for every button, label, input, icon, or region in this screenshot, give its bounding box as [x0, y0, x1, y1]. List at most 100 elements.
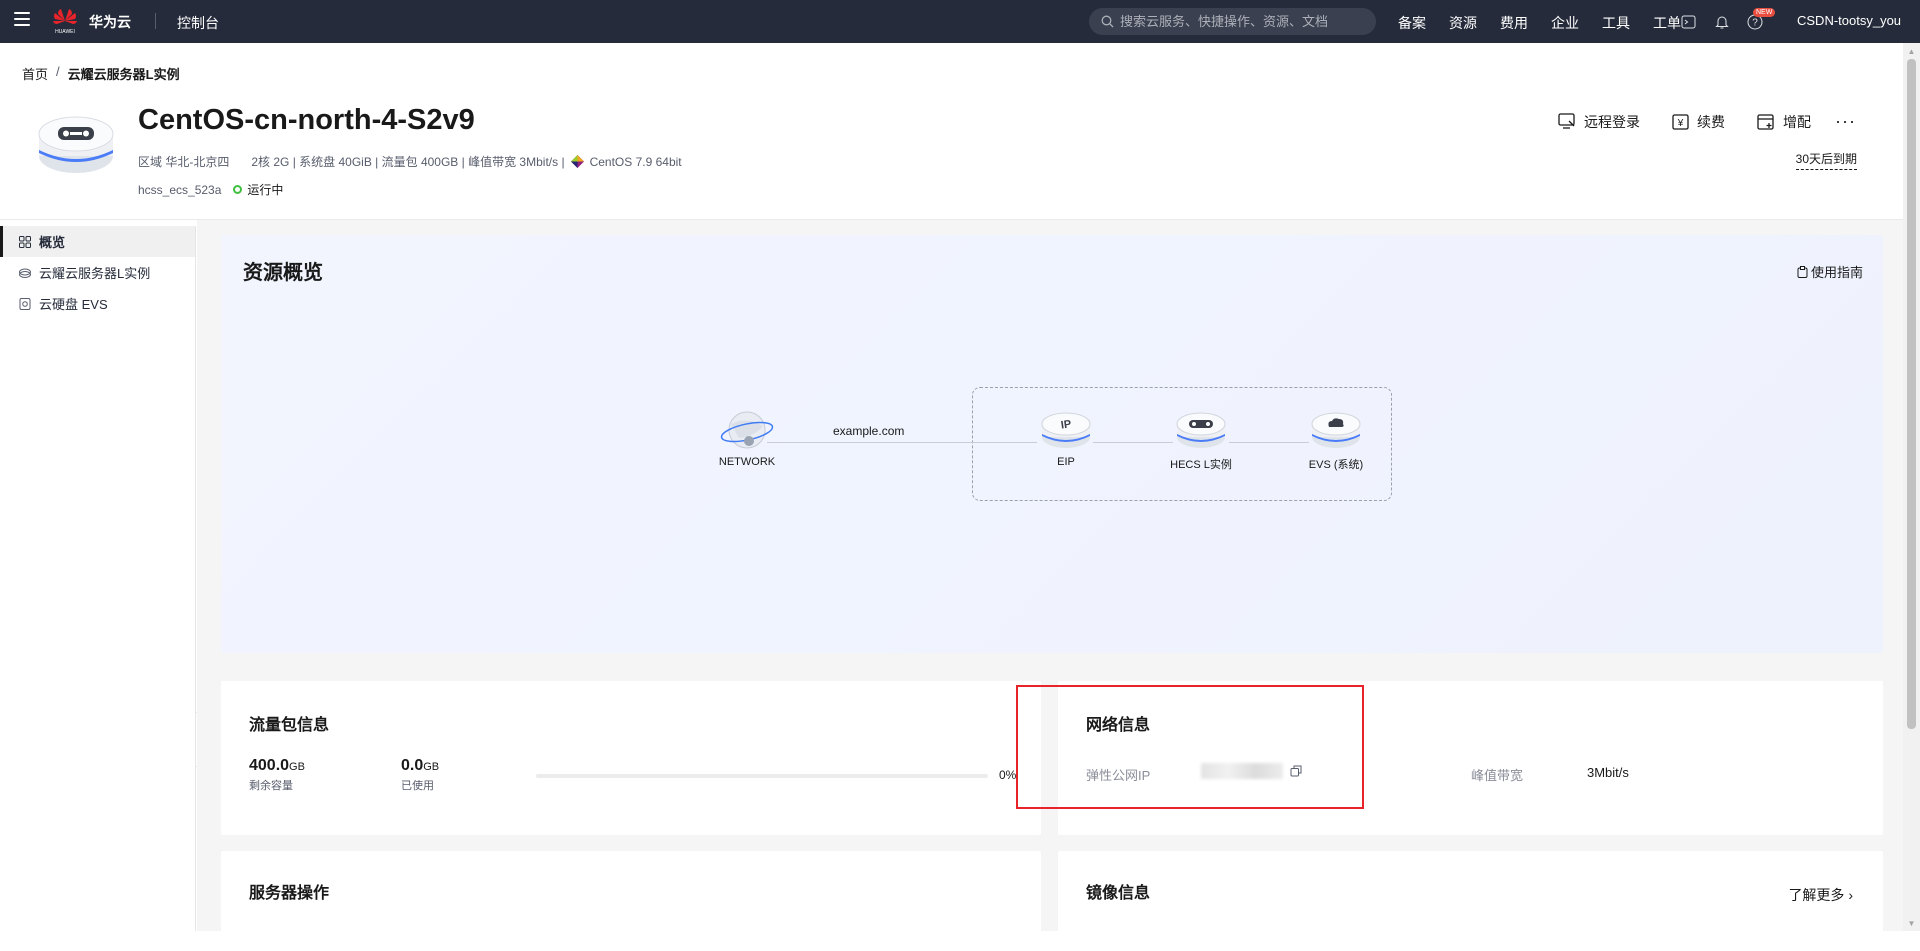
- hecs-server-icon: [1176, 412, 1226, 448]
- sidebar-item-evs[interactable]: 云硬盘 EVS: [0, 288, 195, 319]
- sidebar: 概览 云耀云服务器L实例 云硬盘 EVS: [0, 226, 196, 931]
- learn-more-link[interactable]: 了解更多 ›: [1788, 885, 1853, 905]
- os-info: CentOS 7.9 64bit: [570, 154, 682, 169]
- upgrade-icon: [1757, 113, 1774, 130]
- scroll-down-icon[interactable]: ▼: [1903, 917, 1920, 931]
- terminal-icon[interactable]: [1679, 12, 1698, 31]
- upgrade-label: 增配: [1783, 113, 1812, 130]
- remote-login-icon: [1558, 113, 1575, 129]
- sidebar-item-label: 云耀云服务器L实例: [39, 266, 151, 281]
- nav-link-tickets[interactable]: 工单: [1653, 13, 1681, 33]
- image-card-title: 镜像信息: [1086, 885, 1151, 902]
- remaining-unit: GB: [289, 761, 305, 773]
- eip-label: EIP: [1057, 456, 1075, 468]
- header-actions: 远程登录 ¥ 续费 增配 ···: [1526, 111, 1856, 132]
- status-indicator-icon: [233, 185, 243, 194]
- server-illustration: [38, 116, 114, 173]
- usage-progress-bar: [536, 774, 988, 778]
- network-node[interactable]: NETWORK: [702, 408, 792, 468]
- svg-text:?: ?: [1752, 17, 1758, 28]
- scroll-up-icon[interactable]: ▲: [1903, 45, 1920, 59]
- remaining-label: 剩余容量: [249, 780, 293, 792]
- sidebar-item-cloud-server[interactable]: 云耀云服务器L实例: [0, 257, 195, 288]
- upgrade-button[interactable]: 增配: [1757, 112, 1811, 132]
- os-text: CentOS 7.9 64bit: [589, 154, 682, 169]
- top-nav-links: 备案 资源 费用 企业 工具 工单: [1398, 13, 1704, 33]
- highlight-annotation-box: [1016, 685, 1364, 809]
- sidebar-item-overview[interactable]: 概览: [0, 226, 195, 257]
- more-actions-button[interactable]: ···: [1835, 111, 1856, 132]
- user-account[interactable]: CSDN-tootsy_you: [1797, 13, 1901, 28]
- specs-text: 2核 2G | 系统盘 40GiB | 流量包 400GB | 峰值带宽 3Mb…: [251, 155, 565, 169]
- breadcrumb-home[interactable]: 首页: [22, 64, 48, 83]
- console-link[interactable]: 控制台: [177, 13, 219, 33]
- svg-text:¥: ¥: [1677, 118, 1684, 129]
- bell-icon[interactable]: [1712, 12, 1731, 31]
- server-operations-card: 服务器操作: [221, 851, 1041, 951]
- eip-icon: IP: [1041, 412, 1091, 448]
- search-input[interactable]: [1120, 14, 1350, 29]
- usage-percent: 0%: [999, 768, 1017, 782]
- remaining-capacity: 400.0GB: [249, 757, 305, 775]
- used-value: 0.0: [401, 757, 424, 774]
- resource-overview-panel: 资源概览 使用指南 example.com NETWORK IP EIP HEC…: [221, 235, 1883, 653]
- main-content: 资源概览 使用指南 example.com NETWORK IP EIP HEC…: [197, 220, 1903, 951]
- remote-login-label: 远程登录: [1584, 113, 1641, 130]
- instance-id-row: hcss_ecs_523a 运行中: [138, 181, 283, 198]
- instance-specs: 区域 华北-北京四 2核 2G | 系统盘 40GiB | 流量包 400GB …: [138, 153, 682, 170]
- nav-link-tools[interactable]: 工具: [1602, 13, 1630, 33]
- renew-icon: ¥: [1672, 113, 1689, 130]
- hamburger-menu-icon[interactable]: [14, 12, 30, 26]
- used-capacity: 0.0GB: [401, 757, 439, 775]
- guide-icon: [1797, 265, 1808, 278]
- new-badge: NEW: [1753, 8, 1776, 17]
- network-label: NETWORK: [718, 456, 776, 468]
- svg-text:IP: IP: [1060, 418, 1072, 431]
- instance-id: hcss_ecs_523a: [138, 182, 222, 197]
- server-ops-title: 服务器操作: [249, 885, 330, 902]
- breadcrumb: 首页 / 云耀云服务器L实例: [22, 64, 180, 83]
- breadcrumb-separator: /: [56, 64, 60, 79]
- traffic-card-title: 流量包信息: [249, 717, 330, 734]
- region-text: 区域 华北-北京四: [138, 155, 230, 169]
- grid-icon: [19, 235, 31, 248]
- renew-button[interactable]: ¥ 续费: [1672, 112, 1725, 132]
- bandwidth-field-label: 峰值带宽: [1471, 768, 1524, 783]
- used-label: 已使用: [401, 780, 434, 792]
- used-unit: GB: [423, 761, 440, 773]
- huawei-logo[interactable]: HUAWEI: [52, 7, 78, 35]
- page-scrollbar[interactable]: ▲ ▼: [1903, 43, 1920, 931]
- evs-node[interactable]: EVS (系统): [1296, 410, 1376, 472]
- nav-link-enterprise[interactable]: 企业: [1551, 13, 1579, 33]
- eip-node[interactable]: IP EIP: [1026, 410, 1106, 468]
- hecs-node[interactable]: HECS L实例: [1161, 410, 1241, 472]
- svg-text:HUAWEI: HUAWEI: [55, 29, 75, 35]
- sidebar-item-label: 云硬盘 EVS: [39, 297, 108, 312]
- scrollbar-thumb[interactable]: [1907, 59, 1916, 729]
- nav-link-beian[interactable]: 备案: [1398, 13, 1426, 33]
- search-box[interactable]: [1089, 8, 1376, 35]
- nav-link-resources[interactable]: 资源: [1449, 13, 1477, 33]
- cloud-server-icon: [19, 268, 31, 278]
- top-nav-icons: ?: [1679, 12, 1764, 31]
- nav-link-billing[interactable]: 费用: [1500, 13, 1528, 33]
- globe-icon: [720, 411, 774, 449]
- sidebar-item-label: 概览: [39, 235, 66, 250]
- domain-label: example.com: [833, 424, 905, 438]
- remaining-value: 400.0: [249, 757, 290, 774]
- top-navigation-bar: HUAWEI 华为云 控制台 备案 资源 费用 企业 工具 工单 ? NEW C…: [0, 0, 1920, 43]
- remote-login-button[interactable]: 远程登录: [1558, 112, 1640, 132]
- usage-guide-link[interactable]: 使用指南: [1797, 262, 1863, 281]
- renew-label: 续费: [1697, 113, 1726, 130]
- traffic-package-card: 流量包信息 400.0GB 剩余容量 0.0GB 已使用 0%: [221, 681, 1041, 835]
- expiry-text[interactable]: 30天后到期: [1795, 150, 1857, 170]
- brand-name[interactable]: 华为云: [89, 12, 131, 32]
- network-eip-link: [767, 442, 1037, 443]
- centos-icon: [570, 155, 584, 168]
- image-info-card: 镜像信息 了解更多 ›: [1058, 851, 1883, 951]
- evs-disk-icon: [1311, 412, 1361, 448]
- bandwidth-value: 3Mbit/s: [1587, 765, 1629, 780]
- status-badge: 运行中: [247, 183, 284, 197]
- instance-title: CentOS-cn-north-4-S2v9: [138, 104, 475, 136]
- disk-icon: [19, 297, 31, 310]
